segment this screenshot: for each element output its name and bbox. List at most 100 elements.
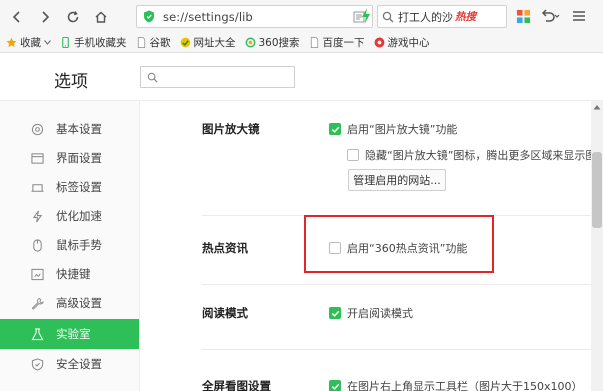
bookmark-label: 网址大全 (193, 37, 236, 49)
home-button[interactable] (90, 6, 112, 28)
check-icon (331, 126, 339, 133)
forward-button[interactable] (34, 6, 56, 28)
security-shield-icon (144, 10, 154, 23)
magnifier-hide-checkbox[interactable] (347, 149, 359, 161)
sidebar-item-label: 快捷键 (56, 267, 91, 281)
shield-icon (31, 357, 44, 371)
check-icon (331, 310, 339, 317)
reload-icon (67, 10, 79, 22)
reading-enable-checkbox[interactable] (329, 307, 341, 319)
menu-icon (573, 11, 585, 21)
sidebar-item-label: 优化加速 (56, 209, 102, 223)
address-bar[interactable]: se://settings/lib (136, 5, 373, 28)
sidebar-item-label: 鼠标手势 (56, 238, 102, 252)
apps-icon (516, 9, 531, 23)
sidebar-item-speed[interactable]: 优化加速 (0, 201, 139, 231)
settings-sidebar: 基本设置 界面设置 标签设置 优化加速 鼠标手势 快捷键 高级设置 实验室 安全… (0, 101, 140, 391)
sidebar-item-label: 标签设置 (56, 180, 102, 194)
reading-enable-option[interactable]: 开启阅读模式 (329, 305, 413, 321)
back-button[interactable] (6, 6, 28, 28)
page-title: 选项 (54, 72, 88, 92)
browser-window: se://settings/lib 打工人的沙 热搜 收藏 手机收藏夹 谷歌 网… (0, 0, 603, 391)
sidebar-item-security[interactable]: 安全设置 (0, 349, 139, 379)
browser-toolbar: se://settings/lib 打工人的沙 热搜 (0, 0, 603, 33)
section-title-hotnews: 热点资讯 (202, 241, 248, 255)
search-icon (382, 11, 394, 22)
sidebar-item-label: 安全设置 (56, 357, 102, 371)
bookmark-label: 手机收藏夹 (74, 37, 127, 49)
tab-icon (31, 183, 44, 192)
bookmark-favorites[interactable]: 收藏 (6, 35, 51, 50)
window-icon (31, 152, 44, 164)
sidebar-item-advanced[interactable]: 高级设置 (0, 288, 139, 318)
fullscreen-toolbar-option[interactable]: 在图片右上角显示工具栏（图片大于150x100） (329, 378, 583, 391)
phone-icon (62, 37, 69, 48)
bookmark-google[interactable]: 谷歌 (136, 35, 171, 50)
game-icon (374, 37, 384, 48)
search-box[interactable]: 打工人的沙 热搜 (377, 5, 507, 28)
apps-button[interactable] (516, 7, 531, 25)
bookmark-game-center[interactable]: 游戏中心 (374, 35, 430, 50)
bookmark-label: 谷歌 (149, 37, 171, 49)
scrollbar-track[interactable] (591, 101, 603, 391)
globe-icon (180, 37, 190, 48)
section-divider (202, 284, 603, 285)
check-icon (331, 383, 339, 390)
bookmark-label: 游戏中心 (387, 37, 430, 49)
hot-search-badge: 热搜 (455, 11, 476, 23)
address-text: se://settings/lib (163, 9, 253, 24)
sidebar-item-shortcuts[interactable]: 快捷键 (0, 259, 139, 289)
reload-button[interactable] (62, 6, 84, 28)
settings-header: 选项 (0, 53, 603, 101)
sidebar-item-mouse-gesture[interactable]: 鼠标手势 (0, 230, 139, 260)
bookmark-web-directory[interactable]: 网址大全 (180, 35, 236, 50)
sidebar-item-interface[interactable]: 界面设置 (0, 143, 139, 173)
search-text: 打工人的沙 (398, 10, 453, 24)
option-label: 隐藏“图片放大镜”图标，腾出更多区域来显示图片 (365, 149, 603, 162)
wrench-icon (31, 297, 44, 310)
sidebar-item-label: 界面设置 (56, 151, 102, 165)
option-label: 开启阅读模式 (347, 307, 413, 320)
sidebar-item-label: 实验室 (56, 327, 91, 341)
scrollbar-thumb[interactable] (592, 152, 602, 228)
magnifier-enable-checkbox[interactable] (329, 123, 341, 135)
highlight-annotation-box (304, 215, 494, 273)
bookmark-mobile-favorites[interactable]: 手机收藏夹 (60, 35, 127, 50)
menu-button[interactable] (571, 7, 587, 25)
settings-icon (31, 123, 44, 135)
home-icon (95, 11, 107, 23)
section-divider (202, 349, 603, 350)
bookmark-label: 收藏 (20, 37, 41, 49)
lightning-icon[interactable] (361, 8, 371, 24)
sidebar-item-basic[interactable]: 基本设置 (0, 114, 139, 144)
keyboard-icon (31, 268, 44, 280)
search-icon (147, 72, 158, 83)
bookmark-360-search[interactable]: 360搜索 (245, 35, 300, 50)
back-arrow-icon (12, 10, 20, 23)
page-icon (137, 37, 145, 48)
sidebar-item-lab[interactable]: 实验室 (0, 319, 139, 349)
bookmarks-bar: 收藏 手机收藏夹 谷歌 网址大全 360搜索 百度一下 游戏中心 (0, 33, 603, 53)
settings-search-input[interactable] (140, 66, 295, 88)
settings-content: 图片放大镜 启用“图片放大镜”功能 隐藏“图片放大镜”图标，腾出更多区域来显示图… (141, 101, 603, 391)
manage-sites-button[interactable]: 管理启用的网站... (348, 169, 446, 191)
section-title-fullscreen: 全屏看图设置 (202, 379, 271, 391)
lab-icon (31, 327, 44, 340)
lightning-icon (32, 210, 43, 222)
search-360-icon (245, 37, 255, 48)
magnifier-enable-option[interactable]: 启用“图片放大镜”功能 (329, 121, 457, 137)
fullscreen-toolbar-checkbox[interactable] (329, 380, 341, 391)
bookmark-baidu[interactable]: 百度一下 (309, 35, 365, 50)
option-label: 启用“图片放大镜”功能 (347, 123, 458, 136)
chevron-down-icon (44, 40, 51, 45)
forward-arrow-icon (42, 10, 50, 23)
sidebar-item-label: 高级设置 (56, 296, 102, 310)
star-icon (6, 37, 17, 48)
magnifier-hide-icon-option[interactable]: 隐藏“图片放大镜”图标，腾出更多区域来显示图片 (347, 147, 603, 163)
bookmark-label: 百度一下 (322, 37, 365, 49)
bookmark-label: 360搜索 (258, 37, 300, 49)
scroll-up-arrow-icon[interactable] (593, 104, 601, 110)
undo-button[interactable] (540, 7, 560, 25)
section-title-magnifier: 图片放大镜 (202, 122, 260, 136)
sidebar-item-tabs[interactable]: 标签设置 (0, 172, 139, 202)
